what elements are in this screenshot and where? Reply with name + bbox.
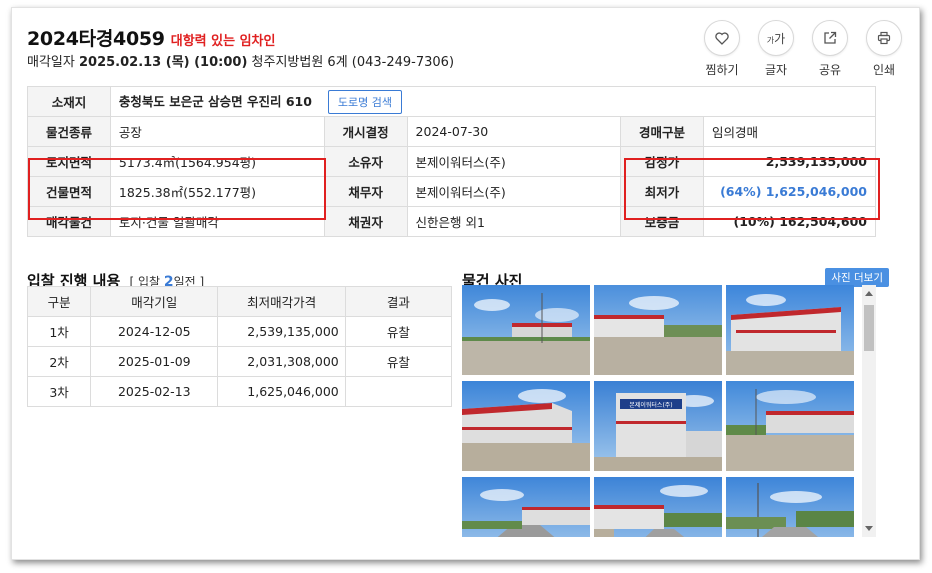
font-size-button[interactable]: 가가 글자 [758, 20, 794, 78]
title-row: 2024타경4059 대항력 있는 임차인 [27, 24, 275, 51]
share-button[interactable]: 공유 [812, 20, 848, 78]
owner-label: 소유자 [323, 146, 408, 177]
table-row: 3차 2025-02-13 1,625,046,000 [26, 376, 453, 407]
info-row-address: 소재지 충청북도 보은군 삼승면 우진리 610 도로명 검색 [27, 86, 877, 117]
property-info-table: 소재지 충청북도 보은군 삼승면 우진리 610 도로명 검색 물건종류 공장 … [27, 86, 877, 237]
creditor-label: 채권자 [323, 206, 408, 237]
property-photo[interactable] [462, 477, 590, 537]
address-value: 충청북도 보은군 삼승면 우진리 610 [118, 93, 312, 109]
action-bar: 찜하기 가가 글자 공유 인쇄 [704, 20, 902, 78]
property-photo[interactable] [726, 381, 854, 471]
print-icon [866, 20, 902, 56]
creditor-value: 신한은행 외1 [406, 206, 622, 237]
property-photo[interactable] [726, 285, 854, 375]
font-size-label: 글자 [764, 63, 788, 77]
table-row: 1차 2024-12-05 2,539,135,000 유찰 [26, 316, 453, 347]
scroll-thumb[interactable] [864, 305, 874, 351]
scroll-up-icon[interactable] [865, 291, 873, 296]
sale-item-label: 매각물건 [27, 206, 111, 237]
land-value: 5173.4㎡(1564.954평) [109, 146, 325, 177]
owner-value: 본제이워터스(주) [406, 146, 622, 177]
deposit-label: 보증금 [620, 206, 704, 237]
photo-grid: 본제이워터스(주) [462, 285, 876, 537]
property-photo[interactable] [462, 381, 590, 471]
property-photo[interactable] [726, 477, 854, 537]
sale-item-value: 토지·건물 일괄매각 [109, 206, 325, 237]
case-number: 2024타경4059 [27, 28, 165, 50]
info-row: 물건종류 공장 개시결정 2024-07-30 경매구분 임의경매 [27, 116, 877, 147]
min-price-label: 최저가 [620, 176, 704, 207]
col-result: 결과 [344, 286, 453, 317]
type-value: 공장 [109, 116, 325, 147]
col-date: 매각기일 [90, 286, 219, 317]
appraisal-label: 감정가 [620, 146, 704, 177]
share-icon [812, 20, 848, 56]
bidding-header-row: 구분 매각기일 최저매각가격 결과 [26, 286, 453, 317]
appraisal-value: 2,539,135,000 [702, 146, 877, 177]
sale-date-label: 매각일자 [27, 55, 75, 70]
road-search-button[interactable]: 도로명 검색 [327, 89, 403, 114]
building-value: 1825.38㎡(552.177평) [109, 176, 325, 207]
share-label: 공유 [818, 63, 842, 77]
price-cell: 2,539,135,000 [217, 316, 346, 347]
debtor-value: 본제이워터스(주) [406, 176, 622, 207]
date-cell: 2024-12-05 [90, 316, 219, 347]
font-size-icon: 가가 [758, 20, 794, 56]
print-button[interactable]: 인쇄 [866, 20, 902, 78]
type-label: 물건종류 [27, 116, 111, 147]
property-photo[interactable] [462, 285, 590, 375]
sale-info-line: 매각일자 2025.02.13 (목) (10:00) 청주지방법원 6계 (0… [27, 51, 454, 70]
round-cell: 3차 [26, 376, 92, 407]
address-cell: 충청북도 보은군 삼승면 우진리 610 도로명 검색 [109, 86, 877, 117]
col-round: 구분 [26, 286, 92, 317]
sale-date: 2025.02.13 (목) (10:00) [78, 55, 248, 70]
min-price-value: (64%) 1,625,046,000 [702, 176, 877, 207]
debtor-label: 채무자 [323, 176, 408, 207]
building-sign: 본제이워터스(주) [629, 401, 672, 409]
result-cell: 유찰 [344, 346, 453, 377]
building-label: 건물면적 [27, 176, 111, 207]
result-cell [344, 376, 453, 407]
land-label: 토지면적 [27, 146, 111, 177]
property-photo[interactable]: 본제이워터스(주) [594, 381, 722, 471]
start-value: 2024-07-30 [406, 116, 622, 147]
kind-label: 경매구분 [620, 116, 704, 147]
favorite-label: 찜하기 [705, 63, 739, 77]
property-photo[interactable] [594, 477, 722, 537]
info-row: 건물면적 1825.38㎡(552.177평) 채무자 본제이워터스(주) 최저… [27, 176, 877, 207]
price-cell: 2,031,308,000 [217, 346, 346, 377]
deposit-value: (10%) 162,504,600 [702, 206, 877, 237]
heart-icon [704, 20, 740, 56]
price-cell: 1,625,046,000 [217, 376, 346, 407]
info-row: 매각물건 토지·건물 일괄매각 채권자 신한은행 외1 보증금 (10%) 16… [27, 206, 877, 237]
photo-gallery[interactable]: 본제이워터스(주) [462, 285, 876, 537]
tenant-badge: 대항력 있는 임차인 [170, 34, 276, 49]
favorite-button[interactable]: 찜하기 [704, 20, 740, 78]
col-price: 최저매각가격 [217, 286, 346, 317]
round-cell: 2차 [26, 346, 92, 377]
result-cell: 유찰 [344, 316, 453, 347]
start-label: 개시결정 [323, 116, 408, 147]
property-photo[interactable] [594, 285, 722, 375]
bidding-table: 구분 매각기일 최저매각가격 결과 1차 2024-12-05 2,539,13… [26, 286, 453, 407]
round-cell: 1차 [26, 316, 92, 347]
address-label: 소재지 [27, 86, 111, 117]
print-label: 인쇄 [872, 63, 896, 77]
court-info: 청주지방법원 6계 (043-249-7306) [251, 55, 455, 70]
kind-value: 임의경매 [702, 116, 877, 147]
date-cell: 2025-01-09 [90, 346, 219, 377]
scroll-down-icon[interactable] [865, 526, 873, 531]
table-row: 2차 2025-01-09 2,031,308,000 유찰 [26, 346, 453, 377]
gallery-scrollbar[interactable] [862, 285, 876, 537]
date-cell: 2025-02-13 [90, 376, 219, 407]
info-row: 토지면적 5173.4㎡(1564.954평) 소유자 본제이워터스(주) 감정… [27, 146, 877, 177]
